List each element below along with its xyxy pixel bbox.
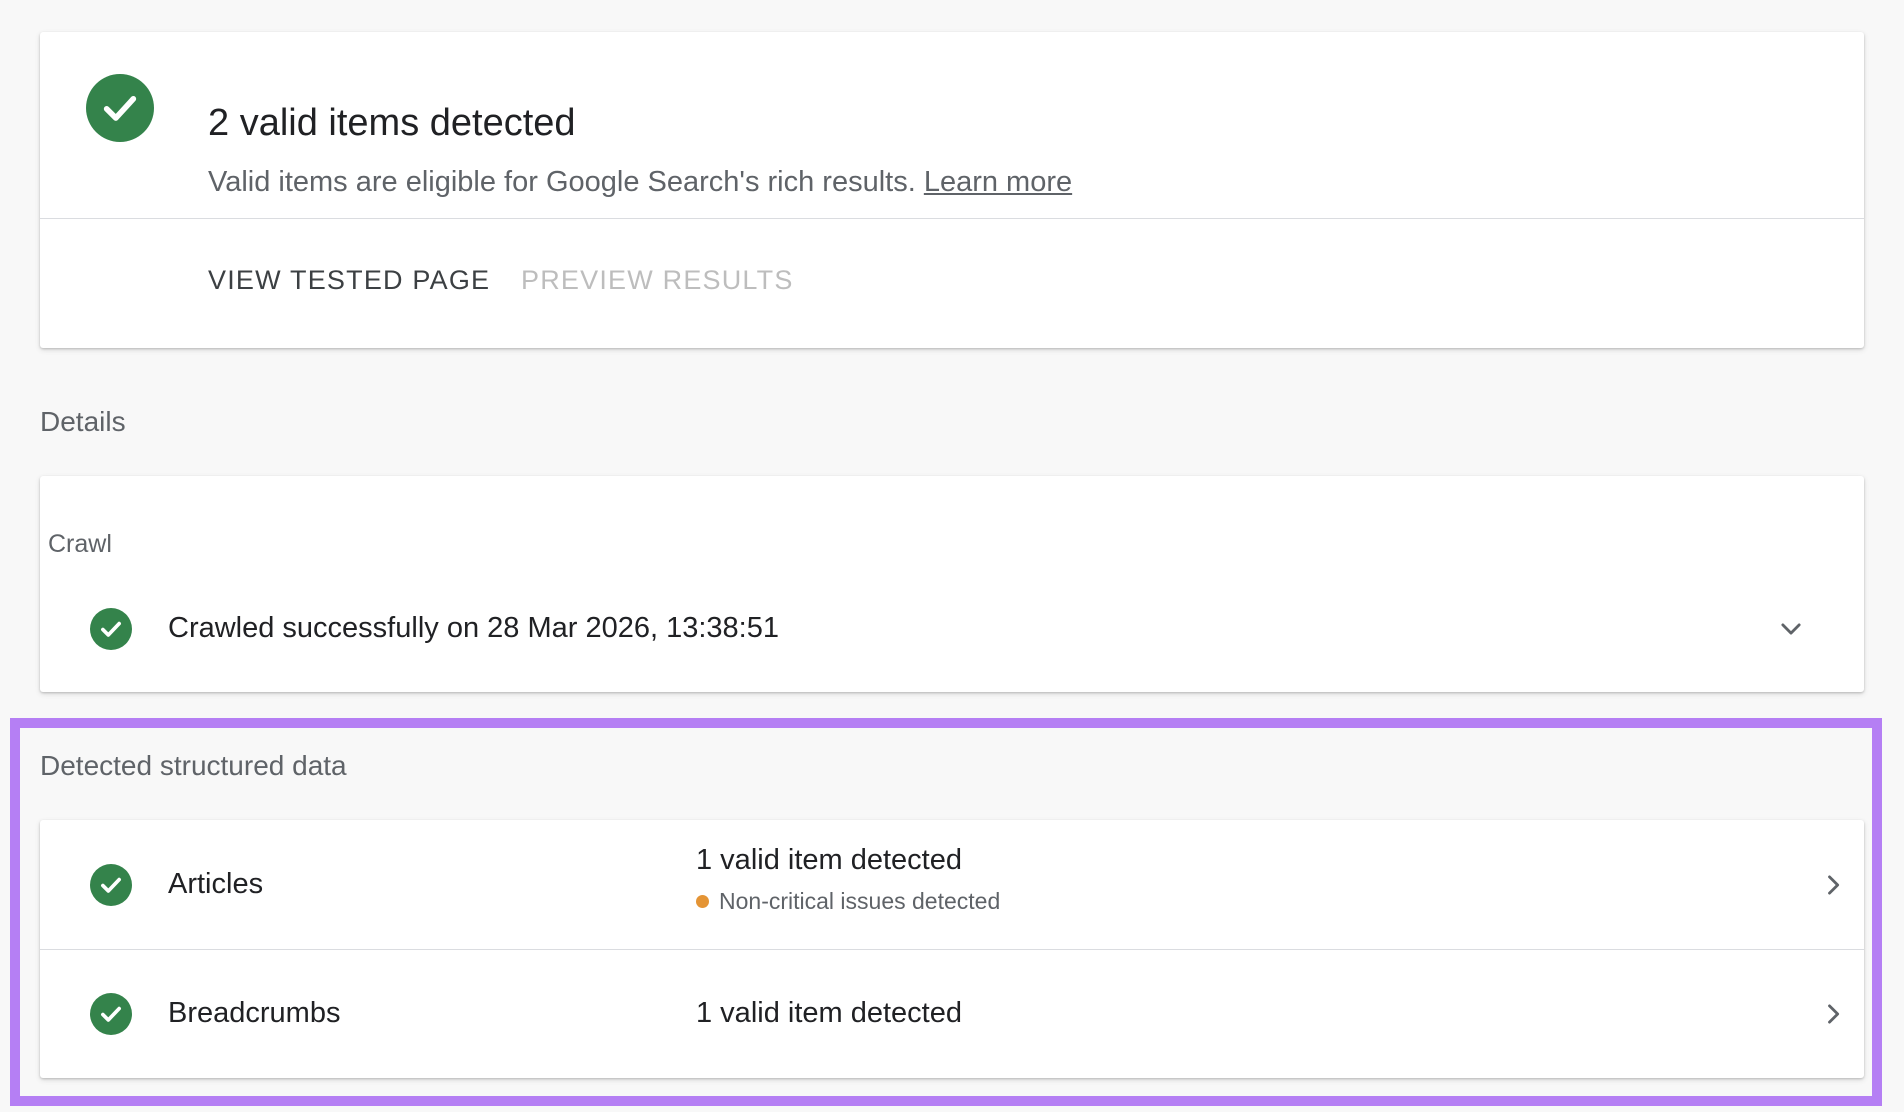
item-status: 1 valid item detected [696, 844, 962, 876]
structured-data-row-breadcrumbs[interactable]: Breadcrumbs 1 valid item detected [40, 949, 1864, 1078]
summary-title: 2 valid items detected [208, 102, 576, 144]
item-status: 1 valid item detected [696, 997, 962, 1029]
check-circle-icon [90, 608, 132, 650]
crawl-status: Crawled successfully on 28 Mar 2026, 13:… [168, 612, 779, 644]
preview-results-button[interactable]: PREVIEW RESULTS [521, 267, 794, 294]
summary-header: 2 valid items detected Valid items are e… [40, 32, 1864, 219]
chevron-right-icon[interactable] [1818, 999, 1848, 1029]
summary-subtitle-text: Valid items are eligible for Google Sear… [208, 166, 916, 198]
check-circle-icon [86, 74, 154, 142]
chevron-right-icon[interactable] [1818, 870, 1848, 900]
rich-results-test-page: 2 valid items detected Valid items are e… [0, 0, 1904, 1112]
details-label: Details [40, 406, 126, 437]
crawl-heading: Crawl [48, 530, 112, 558]
structured-data-row-articles[interactable]: Articles 1 valid item detected Non-criti… [40, 820, 1864, 950]
detected-structured-data-label: Detected structured data [40, 750, 347, 781]
issue-text: Non-critical issues detected [719, 888, 1001, 914]
check-circle-icon [90, 864, 132, 906]
issue-note: Non-critical issues detected [696, 890, 1000, 913]
summary-card: 2 valid items detected Valid items are e… [40, 32, 1864, 348]
crawl-card [40, 476, 1864, 692]
summary-actions: VIEW TESTED PAGE PREVIEW RESULTS [40, 219, 1864, 349]
check-circle-icon [90, 993, 132, 1035]
structured-data-card: Articles 1 valid item detected Non-criti… [40, 820, 1864, 1078]
warning-dot-icon [696, 895, 709, 908]
chevron-down-icon[interactable] [1776, 614, 1806, 644]
item-type-name: Breadcrumbs [168, 997, 341, 1029]
learn-more-link[interactable]: Learn more [924, 166, 1072, 198]
item-type-name: Articles [168, 868, 264, 900]
summary-subtitle: Valid items are eligible for Google Sear… [208, 168, 1072, 197]
view-tested-page-button[interactable]: VIEW TESTED PAGE [208, 267, 490, 294]
